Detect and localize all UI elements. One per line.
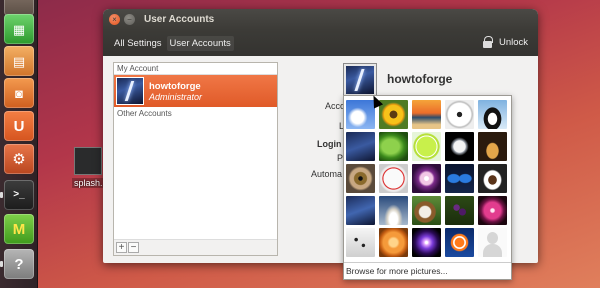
- account-role: Administrator: [149, 91, 203, 102]
- baseball-picture-icon[interactable]: [379, 164, 408, 193]
- lightning-avatar-icon: [116, 77, 144, 105]
- presentation-icon[interactable]: ▤: [4, 46, 34, 76]
- terminal-running-indicator: [0, 192, 3, 198]
- picture-picker-popup: Browse for more pictures...: [343, 95, 512, 280]
- plasma-lamp-picture-icon[interactable]: [412, 228, 441, 257]
- terminal-icon[interactable]: >_: [4, 180, 34, 210]
- remove-account-button[interactable]: −: [128, 242, 139, 253]
- grapes-picture-icon[interactable]: [445, 196, 474, 225]
- unlock-button[interactable]: Unlock: [482, 36, 528, 48]
- clownfish-picture-icon[interactable]: [445, 228, 474, 257]
- lock-icon: [482, 36, 493, 48]
- account-list-footer: + −: [114, 239, 277, 255]
- lightning-picture-icon: [346, 66, 374, 94]
- app-m-icon[interactable]: M: [4, 214, 34, 244]
- account-row-howtoforge[interactable]: howtoforge Administrator: [114, 75, 277, 107]
- breadcrumb-user-accounts[interactable]: User Accounts: [166, 35, 234, 51]
- shuttle-launch-picture-icon[interactable]: [379, 196, 408, 225]
- desktop-file-icon[interactable]: [74, 147, 102, 175]
- account-list: My Account howtoforge Administrator Othe…: [113, 62, 278, 256]
- window-title: User Accounts: [144, 14, 215, 25]
- automatic-login-label: Automa: [311, 169, 343, 179]
- generic-user-picture-icon[interactable]: [478, 228, 507, 257]
- butterfly-picture-icon[interactable]: [445, 164, 474, 193]
- clouds-picture-icon[interactable]: [346, 100, 375, 129]
- unlock-label: Unlock: [498, 36, 528, 48]
- system-settings-icon[interactable]: ⚙: [4, 144, 34, 174]
- orange-rose-picture-icon[interactable]: [379, 228, 408, 257]
- soccer-ball-picture-icon[interactable]: [445, 100, 474, 129]
- account-name: howtoforge: [149, 80, 201, 92]
- username-display[interactable]: howtoforge: [387, 72, 452, 86]
- desktop-file-label[interactable]: splash.: [72, 178, 105, 188]
- other-accounts-header: Other Accounts: [117, 109, 172, 118]
- toolbar: All Settings User Accounts Unlock: [103, 30, 538, 56]
- my-account-header: My Account: [114, 63, 277, 75]
- close-button[interactable]: ×: [109, 14, 120, 25]
- sunflower-picture-icon[interactable]: [379, 100, 408, 129]
- guitar-picture-icon[interactable]: [478, 132, 507, 161]
- launcher: ▦ ▤ ◙ U ⚙ >_ M ?: [0, 0, 38, 288]
- dog-picture-icon[interactable]: [412, 196, 441, 225]
- all-settings-button[interactable]: All Settings: [111, 36, 165, 51]
- account-type-label: Acco: [325, 101, 346, 111]
- spreadsheet-icon[interactable]: ▦: [4, 14, 34, 44]
- sunset-beach-picture-icon[interactable]: [412, 100, 441, 129]
- green-leaf-picture-icon[interactable]: [379, 132, 408, 161]
- ubuntu-one-icon[interactable]: U: [4, 111, 34, 141]
- lightning-picture-icon-2[interactable]: [346, 132, 375, 161]
- tennis-ball-picture-icon[interactable]: [412, 132, 441, 161]
- coffee-cup-picture-icon[interactable]: [478, 164, 507, 193]
- penguin-picture-icon[interactable]: [478, 100, 507, 129]
- titlebar: × − User Accounts: [103, 9, 538, 30]
- minimize-button[interactable]: −: [124, 14, 135, 25]
- snowflake-picture-icon[interactable]: [412, 164, 441, 193]
- add-account-button[interactable]: +: [116, 242, 127, 253]
- pink-flower-picture-icon[interactable]: [478, 196, 507, 225]
- astronaut-picture-icon[interactable]: [445, 132, 474, 161]
- browse-pictures-link[interactable]: Browse for more pictures...: [344, 262, 511, 279]
- help-running-indicator: [0, 261, 3, 267]
- user-picture-button[interactable]: [343, 63, 377, 97]
- picture-grid: [346, 100, 507, 257]
- login-options-label: Login: [317, 139, 342, 149]
- shopping-bag-icon[interactable]: ◙: [4, 78, 34, 108]
- help-icon[interactable]: ?: [4, 249, 34, 279]
- dice-picture-icon[interactable]: [346, 228, 375, 257]
- eye-picture-icon[interactable]: [346, 164, 375, 193]
- lightning-picture-icon-3[interactable]: [346, 196, 375, 225]
